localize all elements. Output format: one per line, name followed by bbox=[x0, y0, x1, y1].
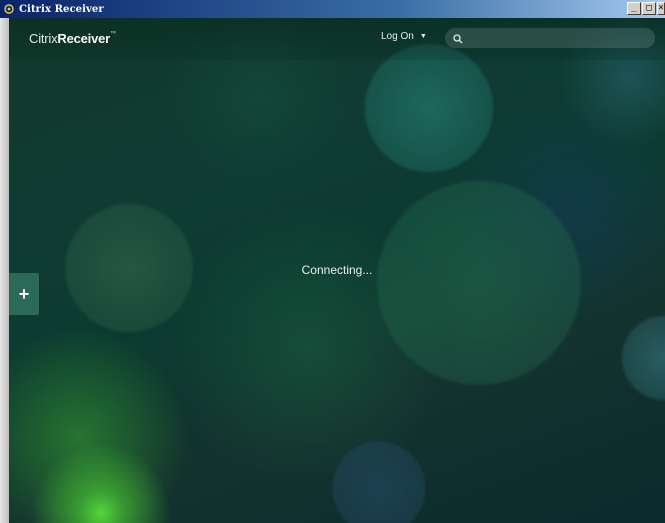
close-button[interactable]: × bbox=[657, 2, 665, 15]
brand-prefix: Citrix bbox=[29, 31, 58, 46]
maximize-button[interactable]: □ bbox=[642, 2, 656, 15]
logon-label: Log On bbox=[381, 31, 414, 42]
plus-icon: + bbox=[18, 284, 30, 304]
search-box[interactable] bbox=[445, 28, 655, 48]
minimize-button[interactable]: _ bbox=[627, 2, 641, 15]
window-titlebar[interactable]: Citrix Receiver _ □ × bbox=[0, 0, 665, 18]
chevron-down-icon: ▼ bbox=[419, 32, 427, 40]
window-title: Citrix Receiver bbox=[19, 3, 104, 15]
citrix-app-icon bbox=[3, 3, 15, 15]
window-frame-left bbox=[0, 18, 9, 523]
window-controls: _ □ × bbox=[627, 2, 665, 15]
receiver-client-area: CitrixReceiver™ Log On ▼ Connecting... + bbox=[9, 18, 665, 523]
search-icon bbox=[453, 29, 463, 48]
brand-logo: CitrixReceiver™ bbox=[29, 31, 116, 46]
logon-menu-button[interactable]: Log On ▼ bbox=[381, 31, 427, 42]
search-input[interactable] bbox=[467, 31, 651, 45]
brand-name: Receiver bbox=[57, 31, 111, 46]
brand-mark: ™ bbox=[110, 31, 116, 37]
top-header: CitrixReceiver™ Log On ▼ bbox=[9, 18, 665, 60]
connecting-status: Connecting... bbox=[301, 263, 373, 277]
add-apps-button[interactable]: + bbox=[9, 273, 39, 315]
